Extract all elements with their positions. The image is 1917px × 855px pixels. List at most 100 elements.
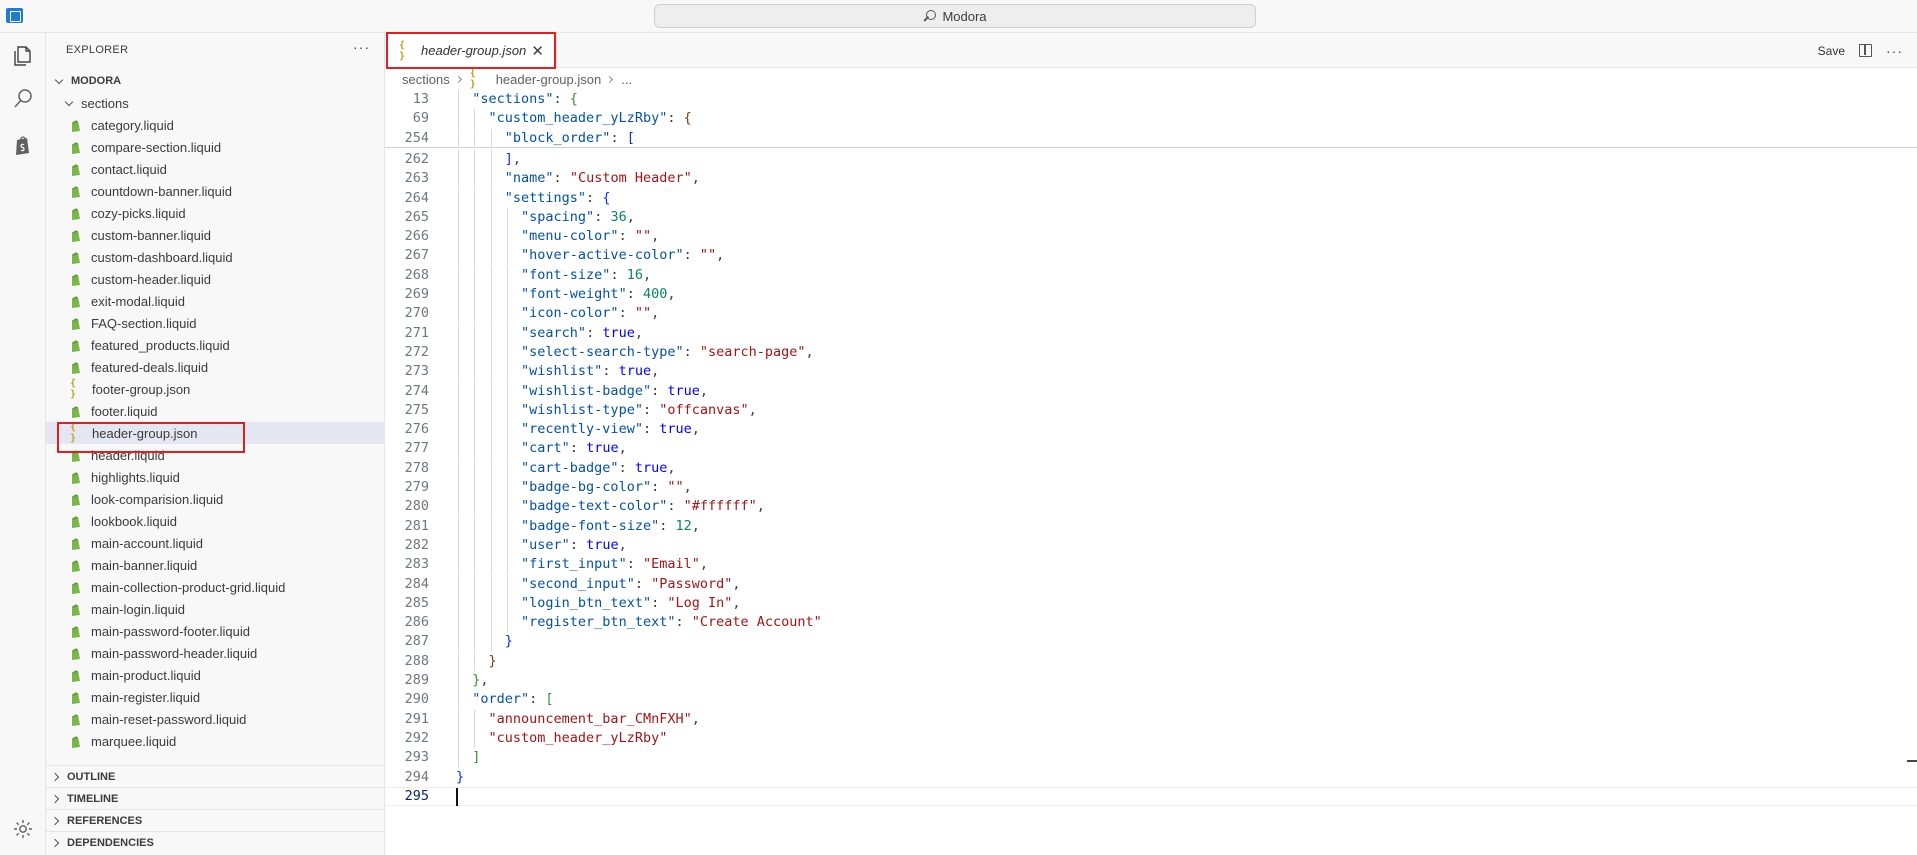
file-item[interactable]: main-reset-password.liquid bbox=[46, 708, 385, 730]
code-line[interactable]: 264 "settings": { bbox=[385, 188, 1917, 208]
file-item[interactable]: highlights.liquid bbox=[46, 466, 385, 488]
outline-panel[interactable]: OUTLINE bbox=[46, 765, 385, 787]
gear-icon[interactable] bbox=[11, 817, 35, 841]
file-item[interactable]: custom-dashboard.liquid bbox=[46, 246, 385, 268]
code-line[interactable]: 273 "wishlist": true, bbox=[385, 362, 1917, 382]
code-line[interactable]: 283 "first_input": "Email", bbox=[385, 555, 1917, 575]
code-line[interactable]: 291 "announcement_bar_CMnFXH", bbox=[385, 709, 1917, 729]
shopify-bag-icon[interactable] bbox=[11, 133, 35, 157]
code-line[interactable]: 290 "order": [ bbox=[385, 690, 1917, 710]
close-icon[interactable]: ✕ bbox=[531, 42, 544, 60]
code-line[interactable]: 254 "block_order": [ bbox=[385, 128, 1917, 148]
folder-sections[interactable]: sections bbox=[46, 92, 385, 114]
code-line[interactable]: 278 "cart-badge": true, bbox=[385, 458, 1917, 478]
code-line[interactable]: 13 "sections": { bbox=[385, 90, 1917, 109]
breadcrumb-file[interactable]: header-group.json bbox=[496, 72, 602, 87]
code-token: , bbox=[716, 247, 725, 264]
code-line[interactable]: 293] bbox=[385, 748, 1917, 768]
file-item[interactable]: main-account.liquid bbox=[46, 532, 385, 554]
code-line[interactable]: 270 "icon-color": "", bbox=[385, 304, 1917, 324]
code-line[interactable]: 279 "badge-bg-color": "", bbox=[385, 478, 1917, 497]
code-editor[interactable]: 13 "sections": {69 "custom_header_yLzRby":… bbox=[385, 90, 1917, 855]
breadcrumb-sections[interactable]: sections bbox=[402, 72, 450, 87]
code-token: true bbox=[586, 440, 619, 457]
code-line[interactable]: 265 "spacing": 36, bbox=[385, 207, 1917, 227]
code-line[interactable]: 282 "user": true, bbox=[385, 535, 1917, 555]
code-line[interactable]: 288} bbox=[385, 651, 1917, 671]
indent-guide bbox=[474, 188, 476, 208]
command-center-search[interactable]: Modora bbox=[654, 4, 1256, 28]
code-text: "register_btn_text": "Create Account" bbox=[521, 613, 822, 632]
tab-header-group-json[interactable]: { } header-group.json ✕ bbox=[385, 33, 557, 68]
timeline-panel[interactable]: TIMELINE bbox=[46, 787, 385, 809]
file-item[interactable]: main-banner.liquid bbox=[46, 554, 385, 576]
save-button[interactable]: Save bbox=[1818, 44, 1845, 58]
code-line[interactable]: 295 bbox=[385, 787, 1917, 806]
file-item[interactable]: cozy-picks.liquid bbox=[46, 202, 385, 224]
file-item[interactable]: lookbook.liquid bbox=[46, 510, 385, 532]
file-item[interactable]: main-register.liquid bbox=[46, 686, 385, 708]
file-item[interactable]: main-product.liquid bbox=[46, 664, 385, 686]
code-line[interactable]: 294} bbox=[385, 768, 1917, 787]
code-token: "Log In" bbox=[667, 594, 733, 611]
code-line[interactable]: 69 "custom_header_yLzRby": { bbox=[385, 109, 1917, 129]
file-item[interactable]: countdown-banner.liquid bbox=[46, 180, 385, 202]
file-item[interactable]: main-password-header.liquid bbox=[46, 642, 385, 664]
code-line[interactable]: 262], bbox=[385, 149, 1917, 169]
code-line[interactable]: 286 "register_btn_text": "Create Account" bbox=[385, 613, 1917, 633]
more-actions-icon[interactable]: ··· bbox=[1886, 43, 1903, 59]
code-line[interactable]: 268 "font-size": 16, bbox=[385, 265, 1917, 285]
file-item[interactable]: custom-banner.liquid bbox=[46, 224, 385, 246]
code-line[interactable]: 267 "hover-active-color": "", bbox=[385, 246, 1917, 266]
code-line[interactable]: 281 "badge-font-size": 12, bbox=[385, 516, 1917, 536]
code-line[interactable]: 280 "badge-text-color": "#ffffff", bbox=[385, 497, 1917, 517]
file-item[interactable]: exit-modal.liquid bbox=[46, 290, 385, 312]
code-line[interactable]: 272 "select-search-type": "search-page", bbox=[385, 342, 1917, 362]
code-line[interactable]: 276 "recently-view": true, bbox=[385, 420, 1917, 440]
search-icon[interactable] bbox=[11, 87, 35, 111]
root-folder-label: MODORA bbox=[71, 75, 122, 87]
split-editor-icon[interactable] bbox=[1859, 44, 1872, 57]
file-item-label: look-comparision.liquid bbox=[91, 491, 224, 507]
code-line[interactable]: 287} bbox=[385, 632, 1917, 652]
code-line[interactable]: 292 "custom_header_yLzRby" bbox=[385, 728, 1917, 748]
code-line[interactable]: 275 "wishlist-type": "offcanvas", bbox=[385, 400, 1917, 420]
more-actions-icon[interactable]: ··· bbox=[353, 39, 370, 55]
file-item[interactable]: compare-section.liquid bbox=[46, 136, 385, 158]
code-line[interactable]: 263 "name": "Custom Header", bbox=[385, 169, 1917, 189]
code-line[interactable]: 289}, bbox=[385, 671, 1917, 690]
references-panel[interactable]: REFERENCES bbox=[46, 809, 385, 831]
file-item[interactable]: main-login.liquid bbox=[46, 598, 385, 620]
file-item[interactable]: custom-header.liquid bbox=[46, 268, 385, 290]
dependencies-panel[interactable]: DEPENDENCIES bbox=[46, 831, 385, 853]
file-item-label: custom-header.liquid bbox=[91, 271, 211, 287]
line-number: 284 bbox=[404, 575, 429, 592]
code-line[interactable]: 274 "wishlist-badge": true, bbox=[385, 381, 1917, 401]
file-item[interactable]: { } header-group.json bbox=[46, 422, 385, 444]
file-item-label: lookbook.liquid bbox=[91, 513, 178, 529]
file-item[interactable]: header.liquid bbox=[46, 444, 385, 466]
file-item[interactable]: contact.liquid bbox=[46, 158, 385, 180]
breadcrumb-symbol[interactable]: ... bbox=[621, 72, 632, 87]
code-line[interactable]: 277 "cart": true, bbox=[385, 439, 1917, 459]
code-line[interactable]: 285 "login_btn_text": "Log In", bbox=[385, 593, 1917, 613]
file-item[interactable]: FAQ-section.liquid bbox=[46, 312, 385, 334]
file-item[interactable]: { } footer-group.json bbox=[46, 378, 385, 400]
file-item[interactable]: look-comparision.liquid bbox=[46, 488, 385, 510]
code-line[interactable]: 271 "search": true, bbox=[385, 323, 1917, 343]
code-line[interactable]: 284 "second_input": "Password", bbox=[385, 574, 1917, 594]
chevron-down-icon bbox=[54, 75, 64, 84]
code-line[interactable]: 269 "font-weight": 400, bbox=[385, 285, 1917, 304]
file-item[interactable]: marquee.liquid bbox=[46, 730, 385, 752]
file-item[interactable]: footer.liquid bbox=[46, 400, 385, 422]
file-item[interactable]: main-collection-product-grid.liquid bbox=[46, 576, 385, 598]
file-item[interactable]: category.liquid bbox=[46, 114, 385, 136]
code-token: : bbox=[667, 498, 684, 515]
code-token: "register_btn_text" bbox=[521, 614, 676, 631]
root-folder[interactable]: MODORA bbox=[46, 70, 385, 92]
code-line[interactable]: 266 "menu-color": "", bbox=[385, 227, 1917, 247]
file-item[interactable]: featured_products.liquid bbox=[46, 334, 385, 356]
file-item[interactable]: main-password-footer.liquid bbox=[46, 620, 385, 642]
explorer-files-icon[interactable] bbox=[11, 44, 35, 68]
file-item[interactable]: featured-deals.liquid bbox=[46, 356, 385, 378]
